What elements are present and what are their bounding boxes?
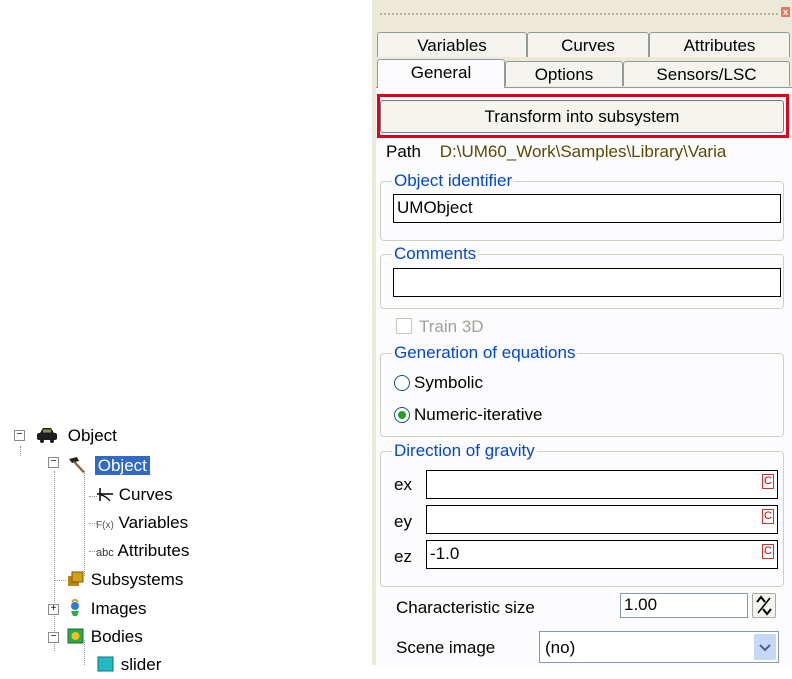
tree-guide	[54, 580, 66, 581]
tab-variables[interactable]: Variables	[377, 32, 527, 57]
characteristic-size-label: Characteristic size	[396, 598, 535, 617]
images-icon	[66, 597, 86, 617]
equations-label: Generation of equations	[392, 343, 578, 362]
body-icon	[96, 655, 116, 673]
scene-image-select[interactable]: (no)	[539, 631, 779, 663]
abc-icon: abc	[96, 547, 114, 559]
collapse-toggle[interactable]: −	[48, 457, 59, 468]
scale-adjust-icon	[756, 595, 772, 616]
train3d-label: Train 3D	[419, 317, 484, 336]
comments-input[interactable]	[393, 268, 781, 297]
numeric-iterative-label: Numeric-iterative	[414, 405, 543, 424]
car-icon	[36, 427, 58, 443]
tree-label: Object	[67, 426, 117, 445]
ey-label: ey	[394, 512, 412, 531]
collapse-toggle[interactable]: −	[14, 430, 25, 441]
ez-value: -1.0	[430, 544, 460, 563]
tree-guide	[84, 471, 85, 576]
tree-guide	[54, 471, 55, 651]
tree-item-images[interactable]: Images	[66, 597, 147, 620]
subsystems-icon	[66, 570, 86, 588]
tree-label: Curves	[118, 485, 173, 504]
constant-icon[interactable]: C	[762, 474, 774, 489]
object-identifier-input[interactable]: UMObject	[393, 194, 781, 223]
scene-image-label: Scene image	[396, 638, 496, 657]
train3d-checkbox[interactable]	[396, 318, 412, 334]
ez-label: ez	[394, 547, 412, 566]
expand-toggle[interactable]: +	[48, 604, 59, 615]
path-row: Path D:\UM60_Work\Samples\Library\Varia	[386, 142, 792, 162]
tree-label: Images	[90, 599, 147, 618]
function-icon: F(x)	[96, 520, 114, 531]
object-tree[interactable]: − Object − Object Curves F(x) Variables …	[0, 420, 340, 674]
object-identifier-label: Object identifier	[392, 171, 515, 190]
radio-selected-dot	[398, 411, 406, 419]
constant-icon[interactable]: C	[762, 544, 774, 559]
hammer-icon	[66, 456, 90, 474]
tree-item-subsystems[interactable]: Subsystems	[66, 569, 183, 591]
ey-input[interactable]: C	[426, 505, 778, 534]
properties-panel: x Variables Curves Attributes General Op…	[372, 0, 792, 666]
tree-label: Variables	[118, 513, 189, 532]
tree-item-attributes[interactable]: abc Attributes	[96, 540, 189, 562]
highlight-box	[377, 94, 789, 138]
panel-grip[interactable]	[380, 13, 778, 15]
tree-item-bodies[interactable]: Bodies	[66, 626, 143, 648]
scene-image-value: (no)	[545, 638, 576, 657]
tab-sensors-lsc[interactable]: Sensors/LSC	[623, 61, 790, 86]
tab-attributes[interactable]: Attributes	[649, 32, 790, 57]
constant-icon[interactable]: C	[762, 509, 774, 524]
tree-label: Attributes	[117, 541, 190, 560]
tab-curves[interactable]: Curves	[527, 32, 649, 57]
comments-label: Comments	[392, 244, 479, 263]
scale-adjust-button[interactable]	[752, 593, 776, 618]
path-label: Path	[386, 142, 421, 161]
tree-label: Subsystems	[90, 570, 184, 589]
tab-general[interactable]: General	[377, 59, 505, 88]
tree-item-curves[interactable]: Curves	[96, 484, 173, 506]
symbolic-radio[interactable]	[394, 375, 410, 391]
ex-input[interactable]: C	[426, 470, 778, 499]
curves-icon	[96, 486, 114, 502]
tab-options[interactable]: Options	[505, 61, 623, 86]
characteristic-size-input[interactable]: 1.00	[620, 593, 748, 618]
chevron-down-icon[interactable]	[754, 634, 776, 660]
tree-item-variables[interactable]: F(x) Variables	[96, 512, 188, 534]
tree-label: Bodies	[90, 627, 143, 646]
ez-input[interactable]: -1.0 C	[426, 540, 778, 569]
path-value: D:\UM60_Work\Samples\Library\Varia	[439, 142, 727, 161]
gravity-label: Direction of gravity	[392, 441, 537, 460]
symbolic-label: Symbolic	[414, 373, 483, 392]
ex-label: ex	[394, 475, 412, 494]
tree-item-slider[interactable]: slider	[96, 654, 161, 676]
collapse-toggle[interactable]: −	[48, 632, 59, 643]
tree-root-object[interactable]: Object	[36, 425, 117, 447]
numeric-iterative-radio[interactable]	[394, 407, 410, 423]
close-icon[interactable]: x	[781, 7, 790, 17]
tree-label-selected: Object	[94, 456, 150, 475]
tree-guide	[20, 446, 21, 456]
bodies-icon	[66, 627, 86, 645]
tree-item-object[interactable]: Object	[66, 455, 150, 477]
